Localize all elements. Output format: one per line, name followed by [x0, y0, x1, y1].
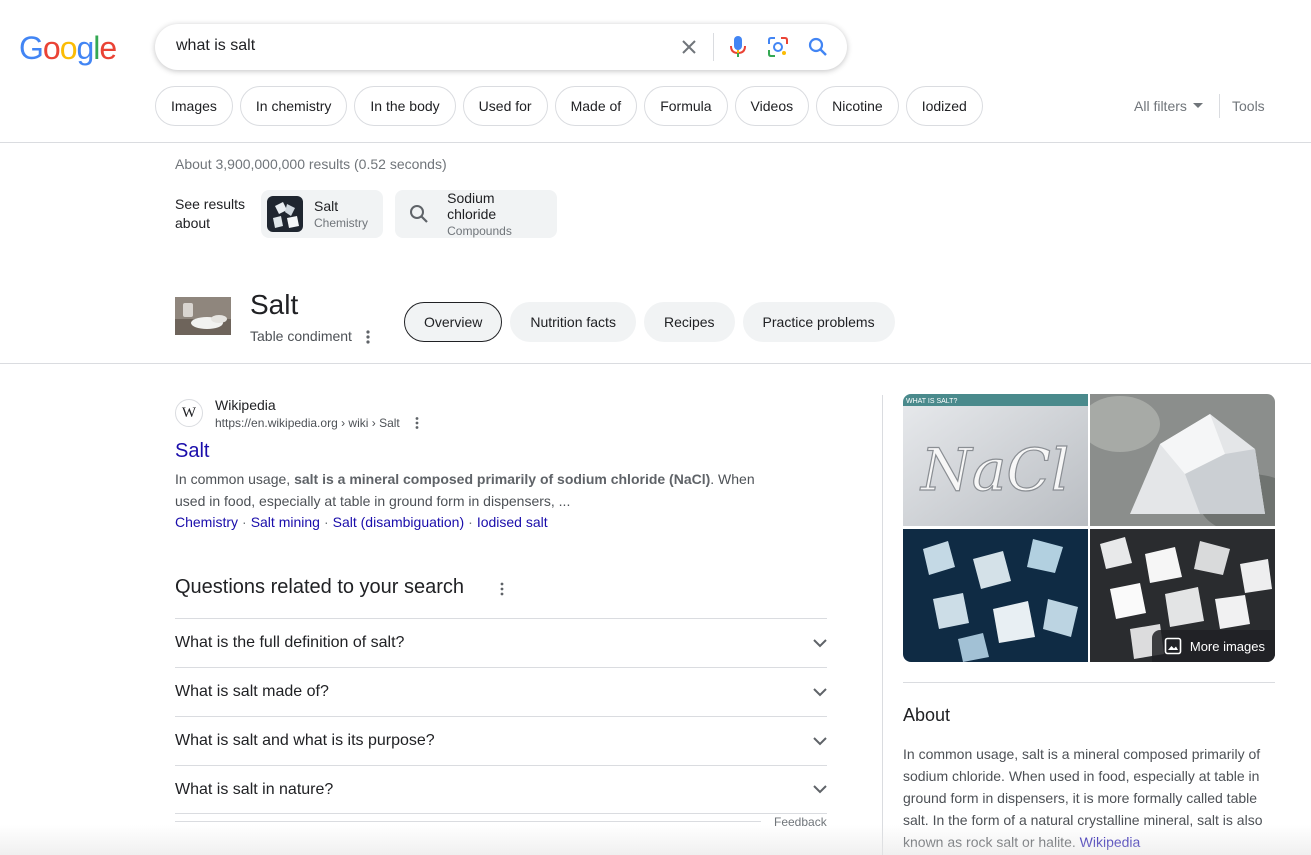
image-caption: WHAT IS SALT?	[906, 398, 957, 405]
searchbox-divider	[713, 33, 714, 61]
chip-images[interactable]: Images	[155, 86, 233, 126]
result-url[interactable]: https://en.wikipedia.org › wiki › Salt	[215, 416, 400, 430]
all-filters-button[interactable]: All filters	[1134, 98, 1203, 114]
question-text: What is salt and what is its purpose?	[175, 732, 435, 749]
result-stats: About 3,900,000,000 results (0.52 second…	[175, 156, 447, 172]
about-heading: About	[903, 705, 951, 725]
sitelink-salt-mining[interactable]: Salt mining	[251, 514, 320, 530]
chip-videos[interactable]: Videos	[734, 86, 810, 126]
related-questions-heading: Questions related to your search	[175, 576, 465, 598]
salt-entity-image[interactable]	[175, 297, 231, 335]
separator: ·	[242, 514, 247, 530]
related-question[interactable]: What is salt and what is its purpose?	[175, 716, 827, 765]
result-title-link[interactable]: Salt	[175, 440, 209, 463]
filter-chips: Images In chemistry In the body Used for…	[155, 86, 983, 126]
search-icon	[401, 196, 436, 232]
related-question[interactable]: What is salt in nature?	[175, 765, 827, 814]
all-filters-label: All filters	[1134, 98, 1187, 114]
snippet-bold: salt is a mineral composed primarily of …	[294, 471, 711, 487]
sitelink-iodised-salt[interactable]: Iodised salt	[477, 514, 548, 530]
question-text: What is the full definition of salt?	[175, 634, 405, 651]
google-logo[interactable]: Google	[19, 30, 117, 67]
result-site-name[interactable]: Wikipedia	[215, 397, 276, 413]
see-about-title: Sodium chloride	[447, 190, 497, 222]
camera-lens-icon[interactable]	[766, 35, 790, 59]
image-rock-salt[interactable]	[1090, 394, 1275, 526]
chip-nicotine[interactable]: Nicotine	[816, 86, 899, 126]
microphone-icon[interactable]	[726, 35, 750, 59]
result-sitelinks: Chemistry · Salt mining · Salt (disambiguati…	[175, 514, 548, 530]
related-question[interactable]: What is salt made of?	[175, 667, 827, 716]
tab-practice-problems[interactable]: Practice problems	[742, 302, 895, 342]
tab-recipes[interactable]: Recipes	[643, 302, 735, 342]
header: Google what is salt Images In chemistry …	[0, 0, 1311, 143]
image-salt-crystals-blue[interactable]	[903, 529, 1088, 662]
entity-title: Salt	[250, 289, 299, 320]
entity-tabs: Overview Nutrition facts Recipes Practic…	[404, 302, 895, 342]
chip-formula[interactable]: Formula	[644, 86, 728, 126]
chip-used-for[interactable]: Used for	[462, 86, 548, 126]
knowledge-panel-images: WHAT IS SALT? NaCl More images	[903, 394, 1275, 662]
search-box[interactable]: what is salt	[155, 24, 847, 70]
wikipedia-favicon[interactable]: W	[175, 399, 203, 427]
sitelink-salt-disambiguation[interactable]: Salt (disambiguation)	[333, 514, 465, 530]
chip-made-of[interactable]: Made of	[554, 86, 638, 126]
see-about-subtitle: Compounds	[447, 224, 512, 238]
panel-separator	[903, 682, 1275, 683]
tab-overview[interactable]: Overview	[404, 302, 503, 342]
entity-header: Salt Table condiment Overview Nutrition …	[0, 280, 1311, 364]
image-icon	[1164, 637, 1182, 655]
related-questions-options-icon[interactable]	[498, 581, 506, 597]
feedback-link[interactable]: Feedback	[774, 815, 827, 829]
about-description: In common usage, salt is a mineral compo…	[903, 743, 1275, 853]
sitelink-chemistry[interactable]: Chemistry	[175, 514, 238, 530]
more-images-button[interactable]: More images	[1151, 630, 1275, 662]
caret-down-icon	[1192, 103, 1203, 108]
see-about-subtitle: Chemistry	[314, 216, 369, 230]
separator: ·	[468, 514, 473, 530]
see-results-about-label: See results about	[175, 196, 246, 231]
see-about-card-salt[interactable]: Salt Chemistry	[261, 190, 383, 238]
chip-iodized[interactable]: Iodized	[905, 86, 983, 126]
more-images-label: More images	[1189, 638, 1265, 654]
image-nacl-in-salt[interactable]: WHAT IS SALT? NaCl	[903, 394, 1088, 526]
knowledge-panel-divider	[882, 395, 883, 855]
question-text: What is salt in nature?	[175, 780, 334, 798]
tab-nutrition-facts[interactable]: Nutrition facts	[510, 302, 636, 342]
salt-thumbnail	[267, 196, 303, 232]
result-snippet: In common usage, salt is a mineral compo…	[175, 468, 775, 512]
feedback-divider	[175, 821, 761, 822]
clear-icon[interactable]	[677, 35, 701, 59]
search-icon[interactable]	[806, 35, 830, 59]
chevron-down-icon	[813, 785, 827, 794]
tools-button[interactable]: Tools	[1232, 98, 1265, 114]
see-about-title: Salt	[314, 198, 339, 214]
related-question[interactable]: What is the full definition of salt?	[175, 618, 827, 667]
chevron-down-icon	[813, 687, 827, 696]
chip-in-chemistry[interactable]: In chemistry	[239, 86, 348, 126]
image-nacl-text: NaCl	[919, 436, 1069, 504]
question-text: What is salt made of?	[175, 683, 329, 700]
chevron-down-icon	[813, 638, 827, 647]
separator: ·	[323, 514, 329, 530]
chevron-down-icon	[813, 736, 827, 745]
result-options-icon[interactable]	[413, 416, 421, 430]
search-input[interactable]: what is salt	[176, 37, 255, 55]
chip-in-the-body[interactable]: In the body	[354, 86, 456, 126]
more-options-icon[interactable]	[362, 329, 374, 345]
snippet-text: In common usage,	[175, 471, 295, 487]
related-questions-list: What is the full definition of salt? Wha…	[175, 618, 827, 814]
see-about-card-sodium-chloride[interactable]: Sodium chloride Compounds	[395, 190, 557, 238]
about-source-link[interactable]: Wikipedia	[1080, 834, 1141, 850]
tools-divider	[1219, 94, 1220, 118]
entity-subtitle: Table condiment	[250, 328, 352, 344]
